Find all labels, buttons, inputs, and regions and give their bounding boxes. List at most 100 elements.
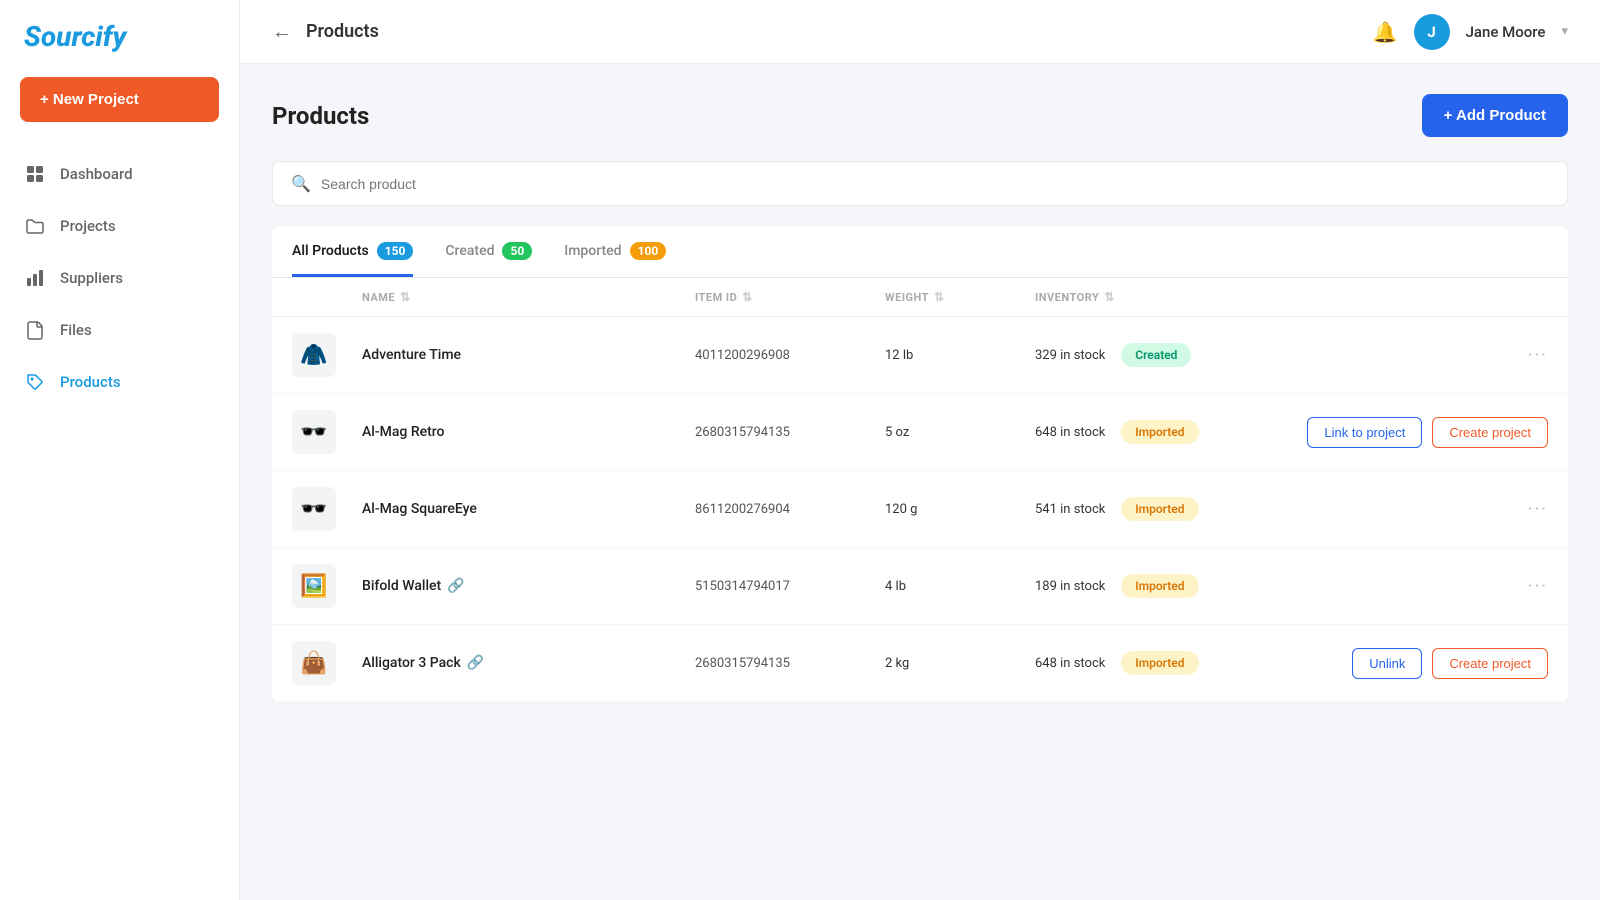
tab-badge-all: 150 (377, 242, 414, 260)
table-header: NAME ⇅ ITEM ID ⇅ WEIGHT ⇅ INVENTORY ⇅ (272, 278, 1568, 317)
product-item-id: 2680315794135 (695, 425, 875, 440)
more-actions-icon[interactable]: ··· (1528, 345, 1548, 366)
product-inventory-cell: 329 in stock Created (1035, 343, 1215, 367)
table-row: 🕶️ Al-Mag Retro 2680315794135 5 oz 648 i… (272, 394, 1568, 471)
sidebar-item-label: Files (60, 321, 92, 339)
col-item-id: ITEM ID ⇅ (695, 290, 875, 304)
col-name: NAME ⇅ (362, 290, 685, 304)
tab-label: Created (445, 243, 494, 259)
table-row: 🕶️ Al-Mag SquareEye 8611200276904 120 g … (272, 471, 1568, 548)
tab-created[interactable]: Created 50 (445, 226, 532, 277)
topbar-title: Products (306, 21, 379, 42)
tab-label: Imported (564, 243, 621, 259)
brand-name: Sourcify (24, 20, 126, 53)
topbar-right: 🔔 J Jane Moore ▾ (1373, 14, 1568, 50)
weight-sort-icon[interactable]: ⇅ (934, 290, 945, 304)
page-title: Products (272, 102, 369, 130)
product-name: Alligator 3 Pack 🔗 (362, 655, 685, 671)
sidebar-item-files[interactable]: Files (0, 306, 239, 354)
sidebar-item-dashboard[interactable]: Dashboard (0, 150, 239, 198)
chart-icon (24, 267, 46, 289)
sidebar-item-label: Products (60, 373, 121, 391)
product-inventory: 648 in stock (1035, 425, 1105, 440)
col-weight: WEIGHT ⇅ (885, 290, 1025, 304)
topbar-left: ← Products (272, 19, 379, 44)
product-inventory-cell: 648 in stock Imported (1035, 420, 1215, 444)
product-thumbnail: 🧥 (292, 333, 336, 377)
product-inventory: 189 in stock (1035, 579, 1105, 594)
avatar: J (1414, 14, 1450, 50)
product-name: Adventure Time (362, 347, 685, 363)
product-weight: 12 lb (885, 348, 1025, 363)
user-name: Jane Moore (1466, 23, 1546, 41)
link-icon: 🔗 (447, 578, 464, 594)
table-row: 🧥 Adventure Time 4011200296908 12 lb 329… (272, 317, 1568, 394)
search-bar: 🔍 (272, 161, 1568, 206)
grid-icon (24, 163, 46, 185)
tabs-bar: All Products 150 Created 50 Imported 100 (272, 226, 1568, 278)
table-row: 👜 Alligator 3 Pack 🔗 2680315794135 2 kg … (272, 625, 1568, 702)
search-input[interactable] (321, 176, 1549, 192)
unlink-button[interactable]: Unlink (1352, 648, 1422, 679)
product-thumbnail: 🖼️ (292, 564, 336, 608)
tab-label: All Products (292, 243, 369, 259)
back-button[interactable]: ← (272, 19, 292, 44)
sidebar: Sourcify + New Project Dashboard Project… (0, 0, 240, 900)
new-project-button[interactable]: + New Project (20, 77, 219, 122)
itemid-sort-icon[interactable]: ⇅ (742, 290, 753, 304)
product-name: Al-Mag Retro (362, 424, 685, 440)
product-name: Al-Mag SquareEye (362, 501, 685, 517)
col-actions (1225, 290, 1548, 304)
tab-imported[interactable]: Imported 100 (564, 226, 666, 277)
sidebar-item-suppliers[interactable]: Suppliers (0, 254, 239, 302)
name-sort-icon[interactable]: ⇅ (400, 290, 411, 304)
create-project-button[interactable]: Create project (1432, 417, 1548, 448)
more-actions-icon[interactable]: ··· (1528, 499, 1548, 520)
product-inventory: 648 in stock (1035, 656, 1105, 671)
status-badge: Imported (1121, 497, 1198, 521)
product-item-id: 4011200296908 (695, 348, 875, 363)
sidebar-item-products[interactable]: Products (0, 358, 239, 406)
add-product-button[interactable]: + Add Product (1422, 94, 1568, 137)
inventory-sort-icon[interactable]: ⇅ (1104, 290, 1115, 304)
main-area: ← Products 🔔 J Jane Moore ▾ Products + A… (240, 0, 1600, 900)
logo: Sourcify (0, 20, 239, 77)
chevron-down-icon[interactable]: ▾ (1561, 24, 1568, 39)
col-inventory: INVENTORY ⇅ (1035, 290, 1215, 304)
status-badge: Imported (1121, 651, 1198, 675)
row-actions: ··· (1225, 576, 1548, 597)
sidebar-item-label: Projects (60, 217, 116, 235)
product-name: Bifold Wallet 🔗 (362, 578, 685, 594)
product-weight: 2 kg (885, 656, 1025, 671)
tab-badge-created: 50 (502, 242, 532, 260)
content-header: Products + Add Product (272, 94, 1568, 137)
tab-badge-imported: 100 (630, 242, 667, 260)
sidebar-nav: Dashboard Projects Suppliers Files Produ… (0, 150, 239, 406)
products-panel: All Products 150 Created 50 Imported 100… (272, 226, 1568, 702)
product-thumbnail: 🕶️ (292, 410, 336, 454)
create-project-button[interactable]: Create project (1432, 648, 1548, 679)
link-to-project-button[interactable]: Link to project (1307, 417, 1422, 448)
status-badge: Imported (1121, 420, 1198, 444)
notification-icon[interactable]: 🔔 (1373, 20, 1398, 44)
product-item-id: 5150314794017 (695, 579, 875, 594)
product-inventory-cell: 541 in stock Imported (1035, 497, 1215, 521)
sidebar-item-label: Dashboard (60, 165, 133, 183)
products-table: NAME ⇅ ITEM ID ⇅ WEIGHT ⇅ INVENTORY ⇅ 🧥 … (272, 278, 1568, 702)
product-thumbnail: 🕶️ (292, 487, 336, 531)
product-weight: 5 oz (885, 425, 1025, 440)
product-item-id: 2680315794135 (695, 656, 875, 671)
more-actions-icon[interactable]: ··· (1528, 576, 1548, 597)
product-weight: 4 lb (885, 579, 1025, 594)
tab-all[interactable]: All Products 150 (292, 226, 413, 277)
sidebar-item-projects[interactable]: Projects (0, 202, 239, 250)
product-weight: 120 g (885, 502, 1025, 517)
row-actions: Unlink Create project (1225, 648, 1548, 679)
status-badge: Imported (1121, 574, 1198, 598)
col-thumb (292, 290, 352, 304)
search-icon: 🔍 (291, 174, 311, 193)
file-icon (24, 319, 46, 341)
sidebar-item-label: Suppliers (60, 269, 123, 287)
product-inventory: 329 in stock (1035, 348, 1105, 363)
product-inventory-cell: 189 in stock Imported (1035, 574, 1215, 598)
